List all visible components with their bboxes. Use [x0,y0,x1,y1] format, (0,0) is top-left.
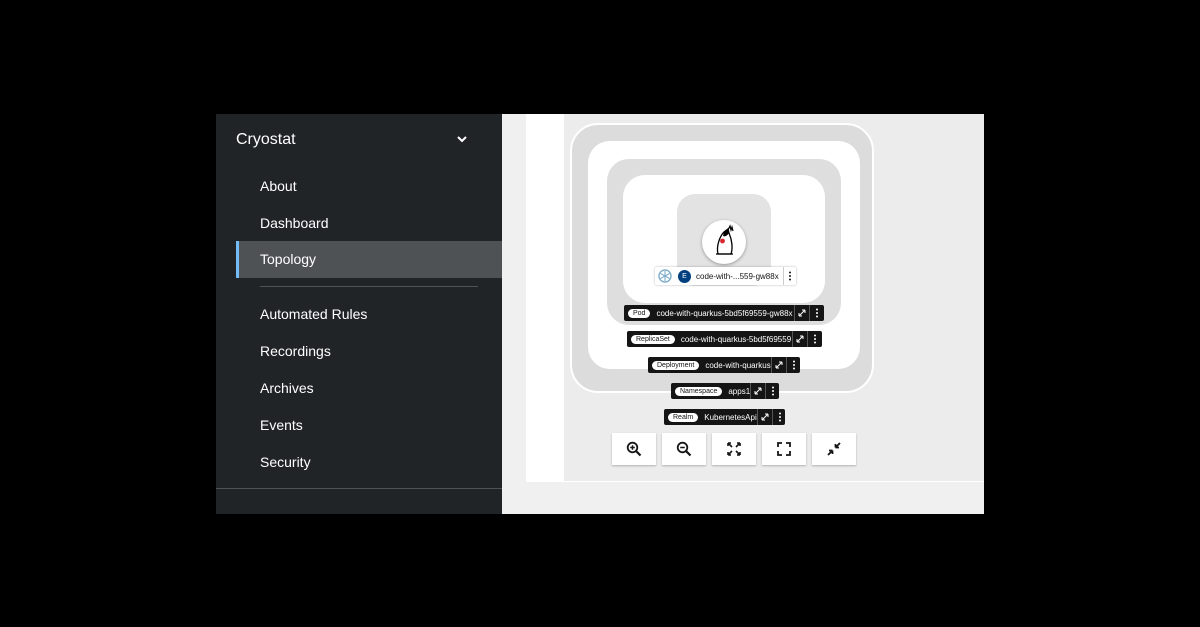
fullscreen-button[interactable] [762,433,806,465]
sidebar-item-events[interactable]: Events [236,407,502,444]
replicaset-label[interactable]: ReplicaSet code-with-quarkus-5bd5f69559 [627,331,822,347]
zoom-out-icon [676,441,692,457]
kubernetes-icon [658,269,672,283]
group-name: KubernetesApi [704,412,757,422]
zoom-in-icon [626,441,642,457]
collapse-icon [827,442,841,456]
target-node[interactable] [702,220,746,264]
app-title: Cryostat [236,131,296,148]
kebab-icon[interactable] [765,383,780,399]
sidebar-item-archives[interactable]: Archives [236,370,502,407]
kebab-icon[interactable] [783,267,796,285]
nav-divider [260,286,478,287]
kebab-icon[interactable] [809,305,824,321]
group-badge: Pod [628,308,651,318]
collapse-button[interactable] [812,433,856,465]
group-badge: ReplicaSet [631,334,675,344]
java-duke-icon [716,224,734,255]
main-content: E code-with-...559-gw88x Pod code-with-q… [502,114,984,514]
group-badge: Namespace [675,386,723,396]
sidebar-item-recordings[interactable]: Recordings [236,333,502,370]
group-badge: Realm [668,412,699,422]
sidebar-item-security[interactable]: Security [236,444,502,481]
sidebar-item-label: Automated Rules [260,306,368,322]
collapse-group-icon[interactable] [770,357,786,373]
sidebar-item-label: Dashboard [260,215,329,231]
target-name: code-with-...559-gw88x [696,271,779,281]
namespace-label[interactable]: Namespace apps1 [671,383,779,399]
group-name: code-with-quarkus [705,360,771,370]
sidebar-item-label: Topology [260,251,317,267]
kebab-icon[interactable] [785,357,801,373]
zoom-out-button[interactable] [662,433,706,465]
fit-to-screen-button[interactable] [712,433,756,465]
topology-canvas[interactable]: E code-with-...559-gw88x Pod code-with-q… [564,114,984,481]
nav-divider [216,488,502,489]
pod-label[interactable]: Pod code-with-quarkus-5bd5f69559-gw88x [624,305,824,321]
deployment-label[interactable]: Deployment code-with-quarkus [648,357,800,373]
collapse-group-icon[interactable] [792,331,807,347]
sidebar-item-about[interactable]: About [236,168,502,205]
sidebar-item-label: Archives [260,380,314,396]
target-badge: E [678,269,691,283]
kebab-icon[interactable] [771,409,787,425]
sidebar: Cryostat About Dashboard Topology Automa… [216,114,502,514]
sidebar-item-label: Recordings [260,343,331,359]
zoom-in-button[interactable] [612,433,656,465]
target-label[interactable]: E code-with-...559-gw88x [655,267,796,285]
fit-to-screen-icon [727,442,741,456]
collapse-group-icon[interactable] [794,305,809,321]
topology-card: E code-with-...559-gw88x Pod code-with-q… [526,114,984,482]
realm-label[interactable]: Realm KubernetesApi [664,409,785,425]
app-window: Cryostat About Dashboard Topology Automa… [216,114,984,514]
collapse-group-icon[interactable] [756,409,772,425]
fullscreen-icon [777,442,791,456]
sidebar-item-label: About [260,178,297,194]
group-name: apps1 [728,386,751,396]
sidebar-item-dashboard[interactable]: Dashboard [236,205,502,242]
sidebar-item-topology[interactable]: Topology [236,241,502,278]
sidebar-item-label: Security [260,454,311,470]
group-name: code-with-quarkus-5bd5f69559-gw88x [656,308,793,318]
sidebar-item-automated-rules[interactable]: Automated Rules [236,296,502,333]
app-switcher[interactable]: Cryostat [216,114,502,166]
sidebar-item-label: Events [260,417,303,433]
kebab-icon[interactable] [807,331,822,347]
group-badge: Deployment [652,360,700,370]
chevron-down-icon [457,136,467,143]
collapse-group-icon[interactable] [750,383,765,399]
group-name: code-with-quarkus-5bd5f69559 [680,334,792,344]
